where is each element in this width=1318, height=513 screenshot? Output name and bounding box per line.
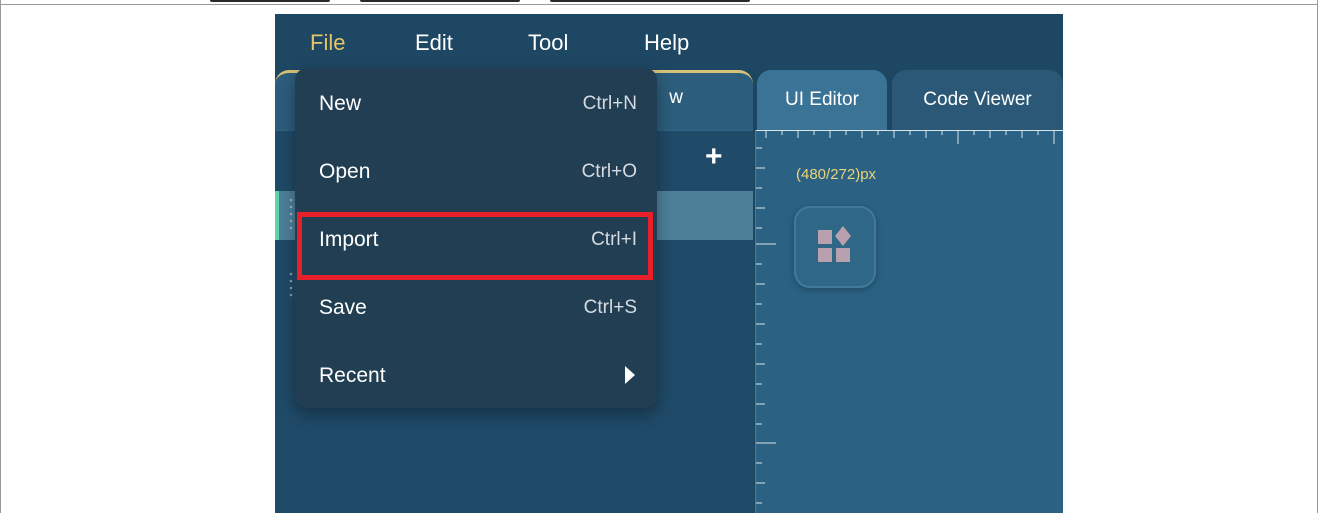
widget-tile[interactable] [794, 206, 876, 288]
submenu-arrow-icon [625, 366, 635, 384]
menu-item-open[interactable]: Open Ctrl+O [295, 140, 657, 208]
design-canvas[interactable]: (480/272)px [755, 130, 1063, 513]
document-divider [0, 4, 1318, 5]
menu-item-label: Recent [319, 364, 386, 387]
menu-item-shortcut: Ctrl+S [583, 297, 637, 318]
tab-code-viewer-label: Code Viewer [923, 89, 1032, 110]
menu-item-label: New [319, 92, 362, 115]
menu-item-new[interactable]: New Ctrl+N [295, 72, 657, 140]
highlight-box [297, 212, 653, 280]
menu-item-label: Save [319, 296, 367, 319]
menu-item-shortcut: Ctrl+N [582, 93, 637, 114]
menu-item-recent[interactable]: Recent [295, 344, 657, 412]
menu-item-save[interactable]: Save Ctrl+S [295, 276, 657, 344]
drag-handle-icon[interactable] [289, 197, 293, 233]
tab-ui-editor[interactable]: UI Editor [757, 70, 887, 130]
add-icon[interactable]: + [705, 137, 723, 177]
menu-tool[interactable]: Tool [528, 30, 568, 56]
menu-bar: File Edit Tool Help [275, 14, 1063, 70]
tab-code-viewer[interactable]: Code Viewer [892, 70, 1063, 130]
tab-ui-editor-label: UI Editor [785, 89, 859, 110]
canvas-rulers [756, 130, 1063, 504]
selection-accent-bar [275, 191, 279, 240]
cropped-caption-text [210, 0, 770, 2]
widgets-icon [818, 226, 851, 262]
canvas-resolution: (480/272)px [796, 166, 877, 183]
menu-help[interactable]: Help [644, 30, 689, 56]
menu-edit[interactable]: Edit [415, 30, 453, 56]
menu-file[interactable]: File [310, 30, 345, 56]
menu-item-label: Open [319, 160, 371, 183]
tab-project-label: w [669, 87, 683, 108]
drag-handle-icon[interactable] [289, 271, 293, 299]
menu-item-shortcut: Ctrl+O [581, 161, 637, 182]
